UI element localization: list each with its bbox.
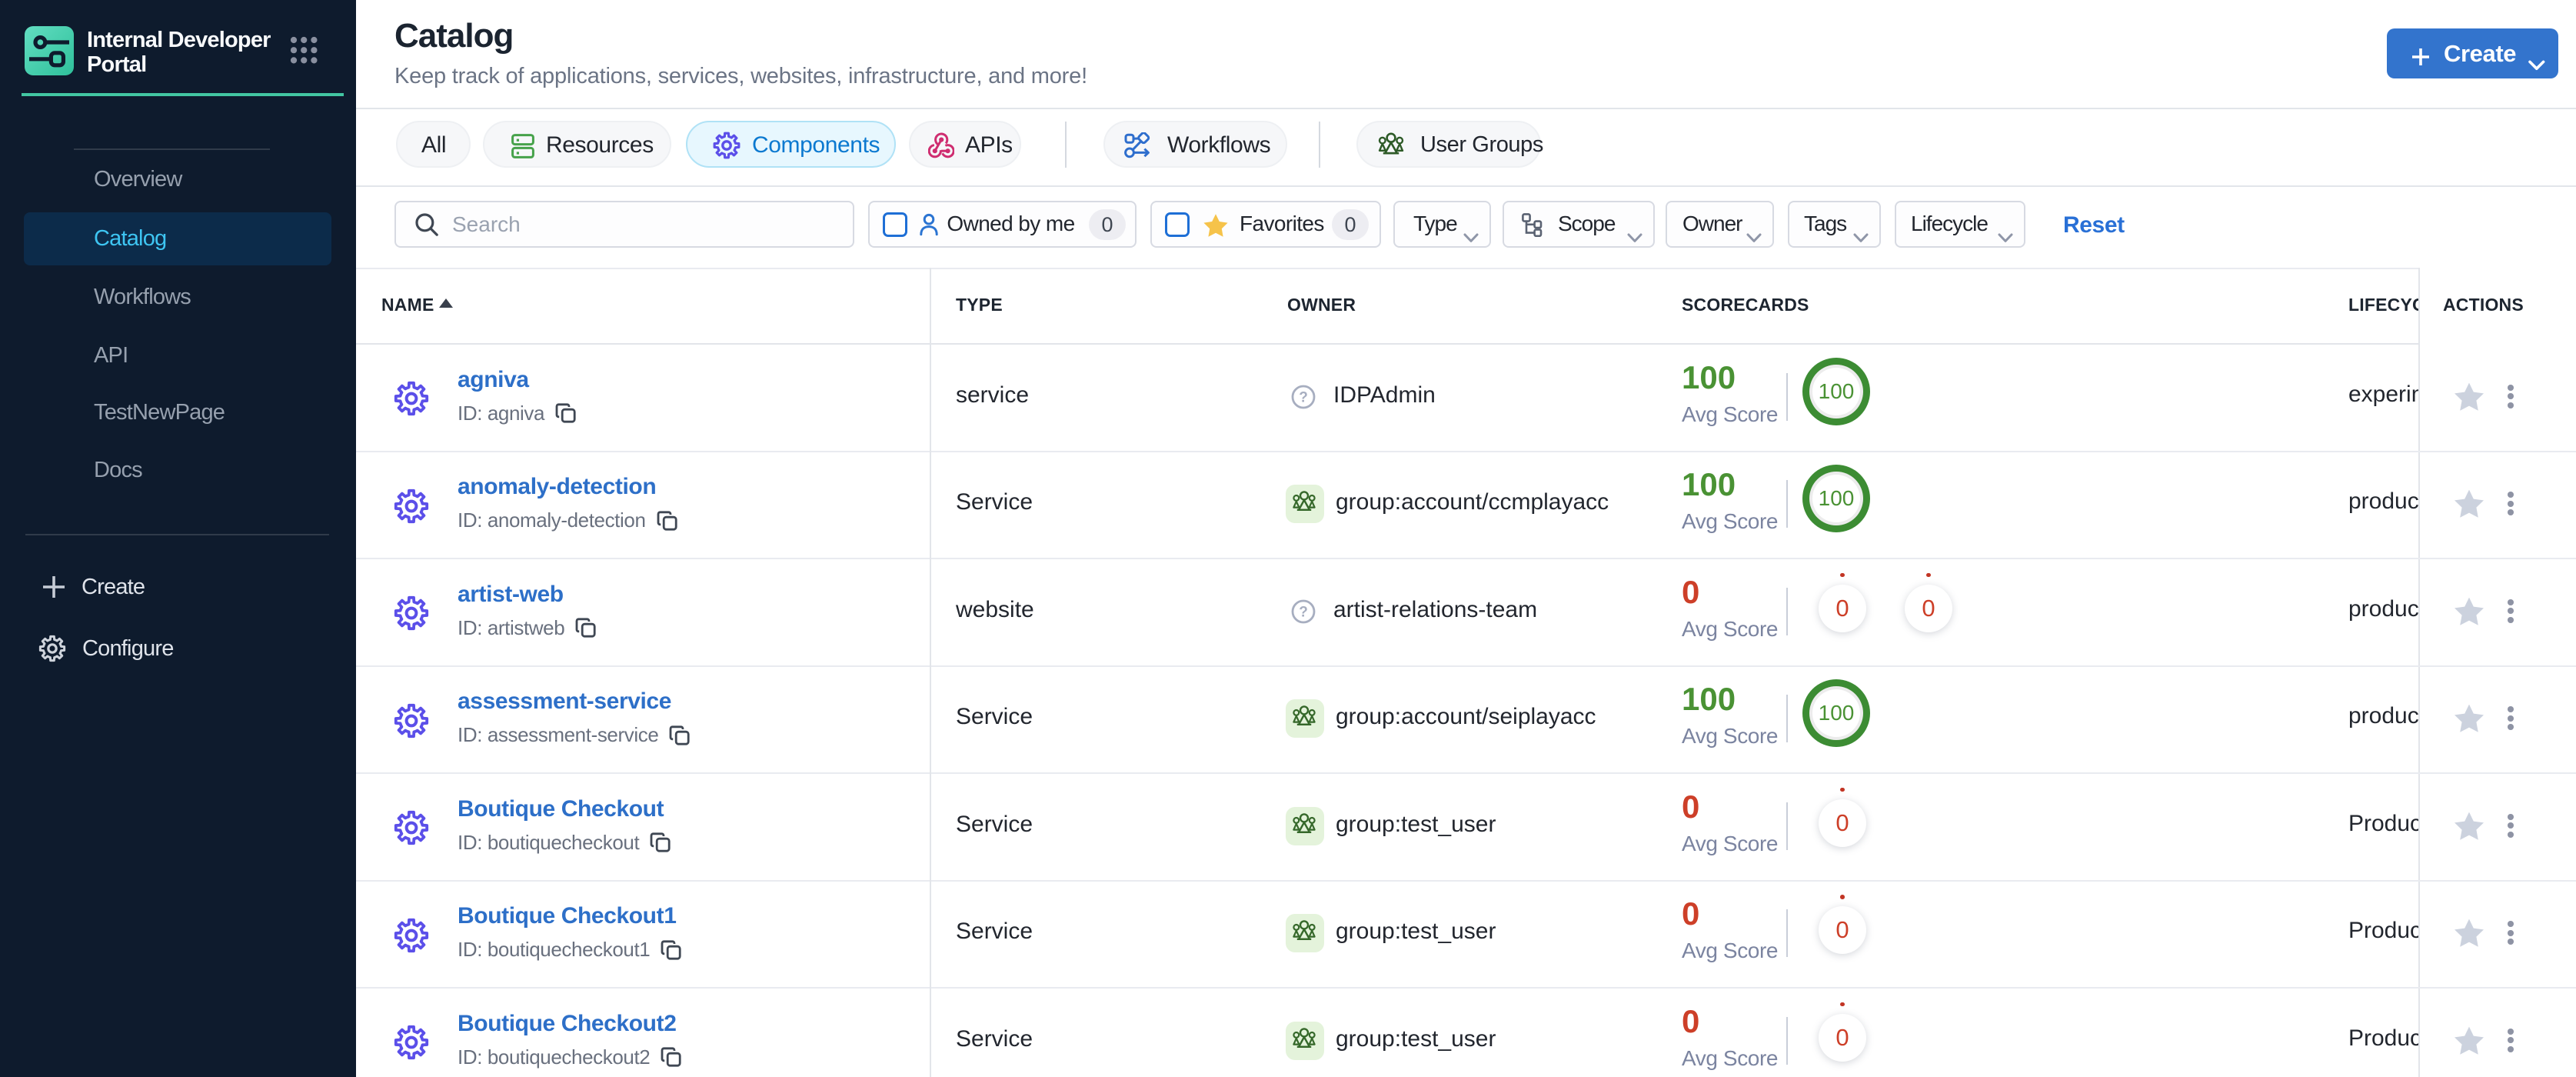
svg-text:?: ?	[1299, 604, 1308, 620]
svg-text:?: ?	[1299, 389, 1308, 405]
